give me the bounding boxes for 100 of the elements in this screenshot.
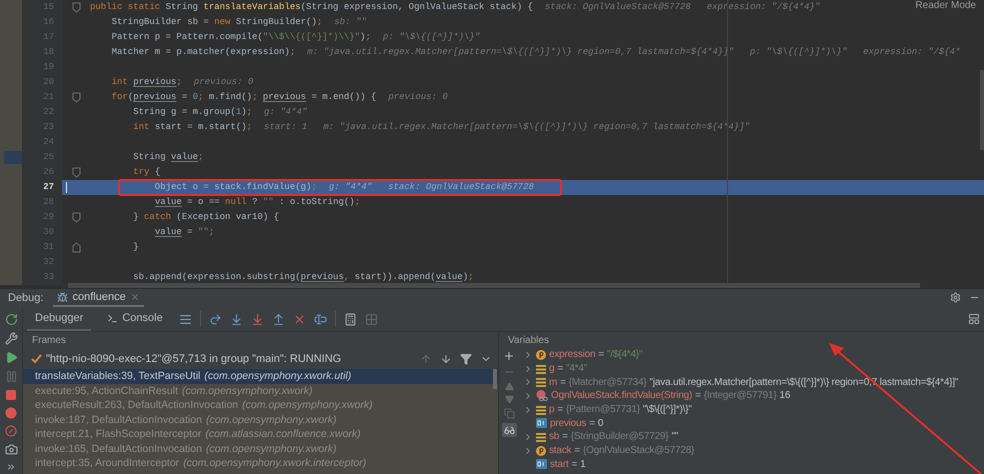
code-token: ; — [208, 226, 214, 239]
mute-breakpoints-icon[interactable] — [5, 425, 17, 437]
code-token: ; — [468, 271, 474, 284]
thread-selector[interactable]: "http-nio-8090-exec-12"@57,713 in group "main": RUNNING — [46, 353, 342, 365]
code-token: Matcher m = p.matcher(expression) — [110, 46, 290, 59]
code-token: } — [132, 241, 139, 254]
camera-icon[interactable] — [4, 443, 18, 456]
stack-frame[interactable]: translateVariables:39, TextParseUtil (com.opensymphony.xwork.util) — [23, 369, 498, 384]
variable-row[interactable]: p = {Pattern@57731} "\$\{([^}]*)\}" — [519, 402, 984, 416]
close-icon[interactable] — [130, 292, 140, 302]
variable-icon — [536, 377, 546, 388]
variable-row[interactable]: stack = {OgnlValueStack@57728} — [519, 444, 984, 458]
code-token: ; — [246, 106, 252, 119]
frames-icon[interactable] — [178, 312, 192, 326]
equals-sign: = — [560, 376, 566, 388]
code-token: try — [132, 166, 150, 179]
fold-icon[interactable] — [70, 2, 82, 13]
fold-icon[interactable] — [70, 212, 82, 223]
fold-icon[interactable] — [70, 242, 82, 253]
variable-row[interactable]: g = "4*4" — [519, 362, 984, 376]
code-token: catch — [144, 211, 172, 224]
object-reference: {Integer@57791} — [704, 390, 777, 402]
inline-value-hint: expression: "/${4* — [863, 46, 960, 59]
panel-tab[interactable]: Console — [99, 307, 171, 331]
panel-title: Frames — [31, 334, 67, 348]
stop-icon[interactable] — [5, 389, 17, 401]
trace-icon[interactable] — [364, 312, 378, 326]
session-tab[interactable]: confluence — [53, 289, 144, 307]
variable-name: start — [550, 458, 568, 470]
panel-tab[interactable]: Debugger — [27, 307, 92, 331]
code-token: previous — [300, 271, 344, 284]
object-reference: {Matcher@57734} — [568, 376, 647, 388]
bug-icon[interactable] — [57, 292, 68, 302]
breakpoints-icon[interactable] — [5, 407, 17, 419]
layout-icon[interactable] — [968, 313, 980, 325]
code-token: "" — [198, 226, 209, 239]
variable-row[interactable]: expression = "/${4*4}" — [519, 348, 984, 362]
code-token: ; — [365, 31, 371, 44]
equals-sign: = — [598, 349, 604, 360]
variable-row[interactable]: start = 1 — [519, 458, 984, 472]
variable-value: "/${4*4}" — [607, 349, 642, 360]
code-token: ; — [176, 76, 182, 89]
code-token: ; — [252, 91, 258, 104]
code-token: String g = m.group( — [132, 106, 236, 119]
evaluate-icon[interactable] — [344, 312, 357, 326]
reader-mode-link[interactable]: Reader Mode — [915, 0, 976, 11]
equals-sign: = — [557, 363, 564, 374]
inline-value-hint: p: "\$\{([^}]*)\}" — [382, 31, 480, 44]
variable-row[interactable]: OgnlValueStack.findValue(String) = {Integer@57791} 16 — [519, 389, 984, 403]
code-token: new — [214, 16, 232, 29]
variable-name: previous — [550, 418, 586, 429]
horizontal-scrollbar[interactable] — [68, 283, 920, 288]
force-step-into-icon[interactable] — [250, 312, 264, 326]
bookmark-marker — [4, 151, 22, 164]
variable-value: 1 — [580, 458, 586, 470]
code-token: start = m.start() — [154, 121, 247, 134]
add-icon[interactable] — [503, 350, 515, 362]
object-reference: {Pattern@57731} — [566, 404, 640, 416]
step-over-icon[interactable] — [208, 312, 222, 326]
copy-icon[interactable] — [504, 408, 514, 419]
inline-value-hint: previous: 0 — [388, 91, 448, 104]
resume-icon[interactable] — [4, 351, 18, 364]
code-token: ; — [246, 121, 252, 134]
variable-name: OgnlValueStack.findValue(String) — [551, 390, 692, 402]
code-token: StringBuilder sb = — [110, 16, 210, 29]
code-token: ) — [241, 106, 247, 119]
wrench-icon[interactable] — [4, 332, 18, 345]
variable-row[interactable]: previous = 0 — [519, 416, 984, 430]
check-icon — [31, 354, 42, 364]
code-token: value — [171, 151, 198, 164]
fold-icon[interactable] — [70, 167, 82, 178]
code-token: int — [132, 121, 150, 134]
filter-icon[interactable] — [460, 353, 472, 365]
code-token: { — [154, 166, 160, 179]
code-token: ) — [360, 31, 366, 44]
scrollbar[interactable] — [493, 369, 497, 389]
code-token: Object o = stack.findValue(g) — [154, 181, 312, 194]
run-to-cursor-icon[interactable] — [314, 312, 327, 326]
move-up-icon[interactable] — [504, 382, 514, 391]
method-return-icon — [536, 390, 548, 402]
fold-icon[interactable] — [70, 92, 82, 103]
step-out-icon[interactable] — [272, 312, 285, 326]
next-icon[interactable] — [440, 353, 452, 365]
more-icon[interactable] — [6, 462, 16, 472]
drop-frame-icon[interactable] — [292, 312, 306, 326]
code-token: sb.append(expression.substring( — [132, 271, 301, 284]
variable-name: stack — [549, 445, 572, 456]
equals-sign: = — [557, 404, 564, 416]
code-token: ) — [462, 271, 468, 284]
previous-icon[interactable] — [420, 353, 432, 365]
parameter-icon — [536, 446, 546, 456]
settings-icon[interactable] — [950, 292, 961, 303]
pause-icon[interactable] — [4, 370, 18, 383]
object-reference: {StringBuilder@57729} — [570, 431, 669, 442]
step-into-icon[interactable] — [230, 312, 243, 326]
rerun-icon[interactable] — [4, 313, 18, 326]
text-cursor — [66, 182, 67, 193]
move-down-icon[interactable] — [504, 395, 514, 404]
code-token: 1 — [236, 106, 242, 119]
variable-row[interactable]: sb = {StringBuilder@57729} "" — [519, 430, 984, 444]
